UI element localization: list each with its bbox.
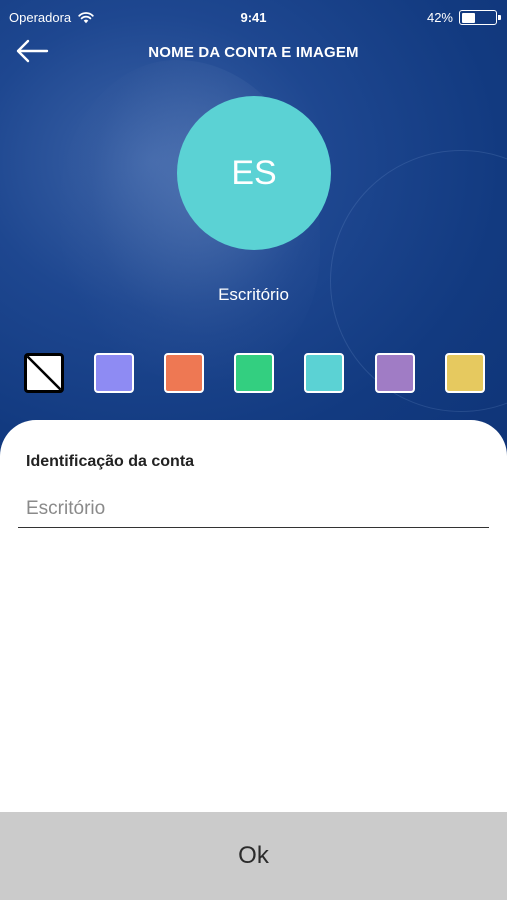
avatar-initials: ES bbox=[231, 153, 277, 192]
battery-percent: 42% bbox=[426, 10, 453, 25]
battery-icon bbox=[459, 10, 501, 25]
status-bar: Operadora 9:41 42% bbox=[0, 0, 507, 36]
account-name-input[interactable] bbox=[18, 490, 489, 528]
account-id-label: Identificação da conta bbox=[26, 453, 195, 470]
no-color-icon bbox=[27, 356, 61, 390]
avatar[interactable]: ES bbox=[177, 96, 331, 250]
form-sheet: Identificação da conta bbox=[0, 420, 507, 812]
color-swatch-green[interactable] bbox=[234, 353, 274, 393]
account-name: Escritório bbox=[218, 285, 289, 304]
color-swatch-none[interactable] bbox=[24, 353, 64, 393]
battery-fill bbox=[461, 12, 476, 23]
nav-bar: NOME DA CONTA E IMAGEM bbox=[0, 36, 507, 70]
color-swatch-orange[interactable] bbox=[164, 353, 204, 393]
page-title: NOME DA CONTA E IMAGEM bbox=[148, 44, 359, 61]
color-swatch-purple-blue[interactable] bbox=[94, 353, 134, 393]
color-swatch-cyan[interactable] bbox=[304, 353, 344, 393]
ok-button[interactable]: Ok bbox=[0, 812, 507, 900]
color-swatch-row bbox=[0, 353, 507, 395]
color-swatch-lavender[interactable] bbox=[375, 353, 415, 393]
color-swatch-yellow[interactable] bbox=[445, 353, 485, 393]
status-right: 42% bbox=[426, 10, 501, 25]
